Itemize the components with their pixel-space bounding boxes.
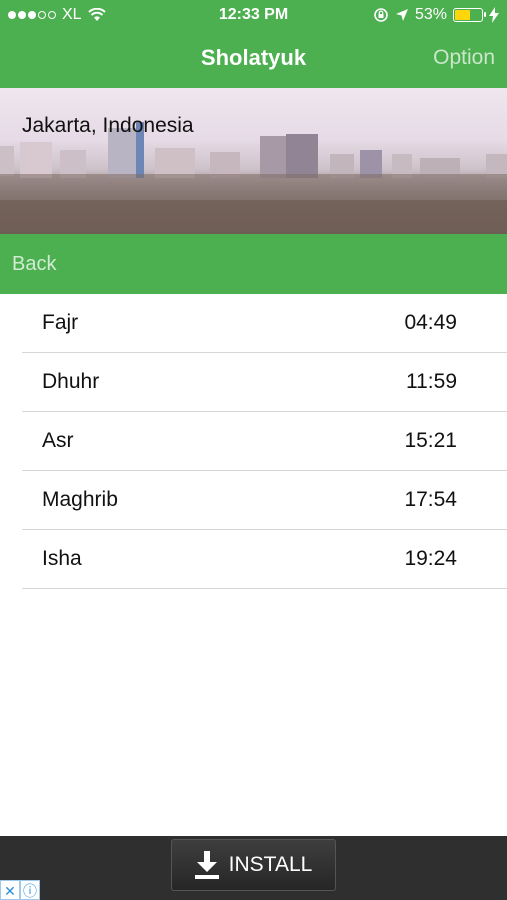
battery-percent: 53% xyxy=(414,6,447,23)
prayer-time: 19:24 xyxy=(404,547,457,570)
prayer-times-list: Fajr 04:49 Dhuhr 11:59 Asr 15:21 Maghrib… xyxy=(22,294,507,589)
app-title: Sholatyuk xyxy=(200,45,307,70)
back-button[interactable]: Back xyxy=(12,253,56,276)
back-bar: Back xyxy=(0,234,507,294)
prayer-time: 11:59 xyxy=(406,370,457,393)
prayer-row-fajr: Fajr 04:49 xyxy=(22,294,507,353)
prayer-row-isha: Isha 19:24 xyxy=(22,530,507,589)
location-arrow-icon xyxy=(395,9,408,21)
nav-bar: Sholatyuk Option xyxy=(0,30,507,88)
prayer-name: Isha xyxy=(42,547,82,570)
city-skyline-image xyxy=(0,122,507,234)
prayer-row-dhuhr: Dhuhr 11:59 xyxy=(22,353,507,412)
battery-level xyxy=(455,10,470,20)
install-button[interactable]: INSTALL xyxy=(171,839,336,891)
prayer-name: Dhuhr xyxy=(42,370,100,393)
ad-banner: INSTALL ✕ ⓘ xyxy=(0,836,507,900)
location-title: Jakarta, Indonesia xyxy=(22,114,194,137)
prayer-row-maghrib: Maghrib 17:54 xyxy=(22,471,507,530)
prayer-name: Maghrib xyxy=(42,488,118,511)
prayer-name: Asr xyxy=(42,429,74,452)
ad-choices: ✕ ⓘ xyxy=(0,880,40,900)
location-banner: Jakarta, Indonesia xyxy=(0,88,507,234)
rotation-lock-icon xyxy=(374,8,388,22)
prayer-time: 15:21 xyxy=(404,429,457,452)
prayer-row-asr: Asr 15:21 xyxy=(22,412,507,471)
download-icon xyxy=(194,851,219,879)
install-label: INSTALL xyxy=(228,853,313,876)
option-button[interactable]: Option xyxy=(433,46,495,70)
close-icon[interactable]: ✕ xyxy=(0,880,20,900)
charging-bolt-icon xyxy=(489,7,499,23)
prayer-name: Fajr xyxy=(42,311,79,334)
info-icon[interactable]: ⓘ xyxy=(20,880,40,900)
battery-icon xyxy=(453,8,486,22)
prayer-time: 04:49 xyxy=(404,311,457,334)
status-right: 53% xyxy=(373,6,499,24)
prayer-time: 17:54 xyxy=(404,488,457,511)
status-bar: XL 12:33 PM 53% xyxy=(0,0,507,30)
